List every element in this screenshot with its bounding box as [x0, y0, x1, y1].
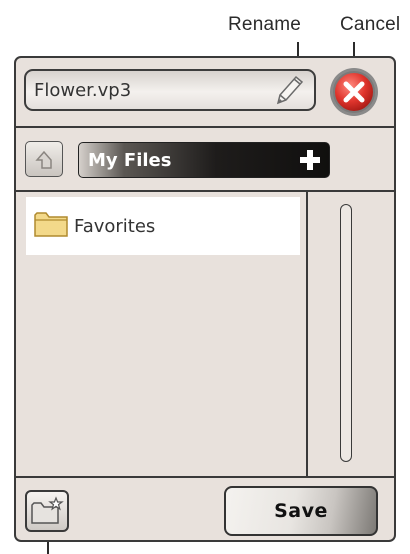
folder-selector[interactable]: My Files: [78, 142, 330, 178]
close-icon: [333, 71, 375, 113]
pencil-icon[interactable]: [272, 73, 304, 112]
list-scroll-divider: [306, 190, 308, 476]
toolbar-divider: [16, 190, 394, 192]
folder-icon: [34, 211, 68, 242]
cancel-button[interactable]: [330, 68, 378, 116]
save-button[interactable]: Save: [224, 486, 378, 536]
scrollbar[interactable]: [340, 204, 352, 462]
list-item-favorites[interactable]: Favorites: [26, 197, 300, 255]
filename-field[interactable]: Flower.vp3: [24, 69, 316, 111]
folder-up-button[interactable]: [25, 141, 63, 177]
plus-icon[interactable]: [299, 149, 321, 176]
filename-text: Flower.vp3: [34, 79, 132, 101]
save-dialog-panel: Flower.vp3 My Files Favorites Save: [14, 56, 396, 542]
cancel-callout: Cancel: [340, 14, 401, 35]
current-folder-label: My Files: [88, 149, 172, 171]
new-folder-button[interactable]: [25, 490, 69, 532]
rename-callout: Rename: [228, 14, 302, 35]
file-list: Favorites: [26, 195, 300, 483]
new-folder-icon: [31, 496, 64, 524]
up-arrow-icon: [35, 150, 52, 169]
header-divider: [16, 126, 394, 128]
list-item-label: Favorites: [74, 215, 156, 237]
footer-divider: [16, 476, 394, 478]
